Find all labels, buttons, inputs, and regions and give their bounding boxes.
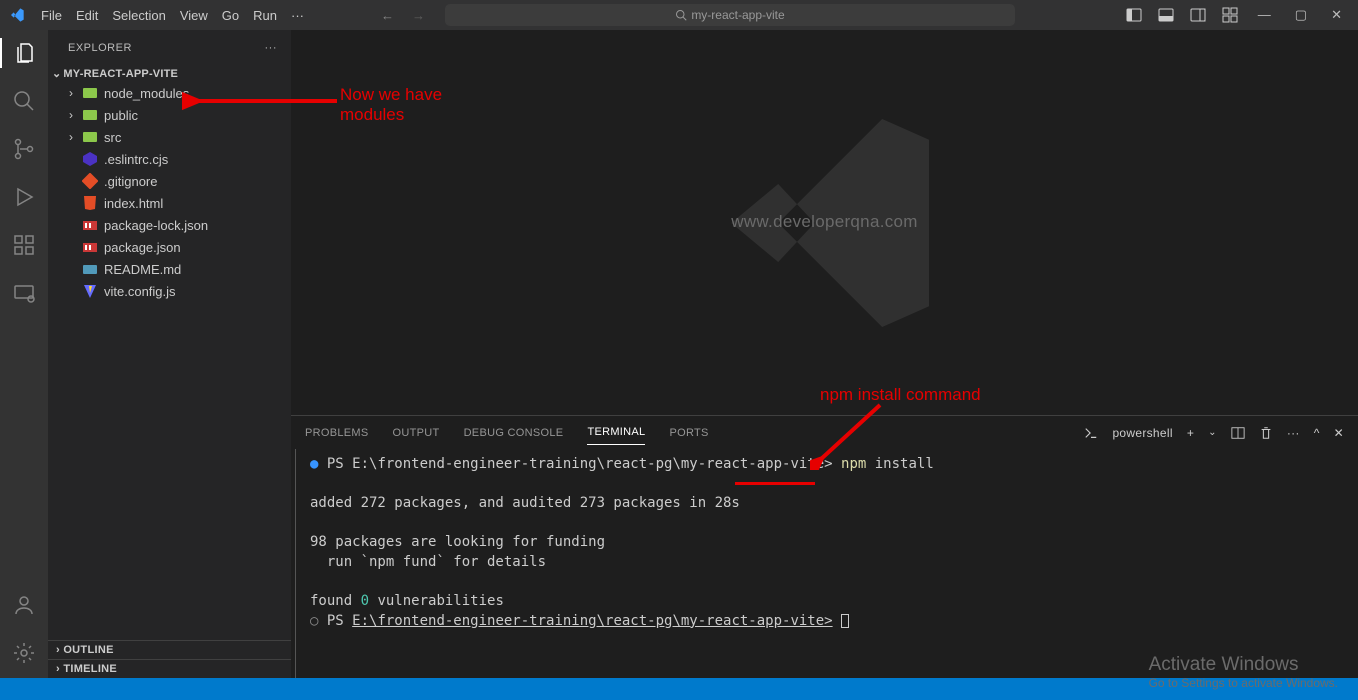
layout-panel-bottom-icon[interactable] <box>1158 7 1174 23</box>
terminal-shell-icon[interactable] <box>1084 426 1098 440</box>
folder-icon <box>82 129 100 145</box>
nav-back-icon[interactable]: ← <box>381 8 394 23</box>
bottom-panel: PROBLEMS OUTPUT DEBUG CONSOLE TERMINAL P… <box>291 415 1358 678</box>
activity-source-control-icon[interactable] <box>0 134 48 164</box>
panel-tab-ports[interactable]: PORTS <box>669 421 708 445</box>
activity-explorer-icon[interactable] <box>0 38 48 68</box>
file-tree: › node_modules › public › src .eslintrc.… <box>48 82 291 302</box>
terminal-shell-label[interactable]: powershell <box>1112 426 1172 440</box>
explorer-more-icon[interactable]: ··· <box>265 42 278 54</box>
menu-selection[interactable]: Selection <box>105 8 172 23</box>
window-maximize-icon[interactable]: ▢ <box>1295 7 1307 23</box>
explorer-title: EXPLORER <box>68 42 132 54</box>
layout-sidebar-right-icon[interactable] <box>1190 7 1206 23</box>
tree-file-readme[interactable]: README.md <box>48 258 291 280</box>
vite-icon <box>82 283 100 299</box>
activate-windows-watermark: Activate Windows Go to Settings to activ… <box>1149 654 1338 690</box>
vscode-logo-icon <box>0 7 34 23</box>
terminal-split-icon[interactable] <box>1231 426 1245 440</box>
panel-more-icon[interactable]: ··· <box>1287 426 1300 440</box>
menu-more-icon[interactable]: ··· <box>284 8 311 23</box>
command-center-search[interactable]: my-react-app-vite <box>445 4 1015 26</box>
npm-icon <box>82 240 100 254</box>
layout-sidebar-left-icon[interactable] <box>1126 7 1142 23</box>
panel-tab-debug-console[interactable]: DEBUG CONSOLE <box>464 421 564 445</box>
chevron-right-icon: › <box>64 108 78 122</box>
terminal-kill-icon[interactable] <box>1259 426 1273 440</box>
folder-icon <box>82 107 100 123</box>
tree-file-index-html[interactable]: index.html <box>48 192 291 214</box>
menu-view[interactable]: View <box>173 8 215 23</box>
activity-settings-icon[interactable] <box>0 638 48 668</box>
terminal-content[interactable]: ● PS E:\frontend-engineer-training\react… <box>295 449 1358 678</box>
search-placeholder: my-react-app-vite <box>691 8 784 22</box>
window-minimize-icon[interactable]: — <box>1258 7 1271 23</box>
nav-forward-icon[interactable]: → <box>412 8 425 23</box>
npm-icon <box>82 218 100 232</box>
markdown-icon <box>82 262 100 276</box>
chevron-right-icon: › <box>64 130 78 144</box>
html-icon <box>82 195 100 211</box>
git-icon <box>82 173 100 189</box>
activity-bar <box>0 30 48 678</box>
project-name: MY-REACT-APP-VITE <box>63 68 178 80</box>
activity-search-icon[interactable] <box>0 86 48 116</box>
timeline-section[interactable]: › TIMELINE <box>48 659 291 678</box>
terminal-cursor <box>841 614 849 628</box>
annotation-underline <box>735 482 815 485</box>
menu-edit[interactable]: Edit <box>69 8 105 23</box>
tree-folder-node-modules[interactable]: › node_modules <box>48 82 291 104</box>
tree-file-package-json[interactable]: package.json <box>48 236 291 258</box>
chevron-right-icon: › <box>56 663 63 675</box>
tree-folder-src[interactable]: › src <box>48 126 291 148</box>
terminal-new-icon[interactable]: + <box>1187 426 1194 440</box>
folder-node-icon <box>82 85 100 101</box>
menu-file[interactable]: File <box>34 8 69 23</box>
tree-folder-public[interactable]: › public <box>48 104 291 126</box>
activity-run-debug-icon[interactable] <box>0 182 48 212</box>
tree-file-eslintrc[interactable]: .eslintrc.cjs <box>48 148 291 170</box>
explorer-sidebar: EXPLORER ··· ⌄ MY-REACT-APP-VITE › node_… <box>48 30 291 678</box>
watermark-url: www.developerqna.com <box>291 212 1358 232</box>
chevron-down-icon: ⌄ <box>52 67 61 80</box>
layout-customize-icon[interactable] <box>1222 7 1238 23</box>
chevron-down-icon[interactable]: ⌄ <box>1208 427 1217 438</box>
tree-file-vite-config[interactable]: vite.config.js <box>48 280 291 302</box>
chevron-right-icon: › <box>56 644 63 656</box>
window-close-icon[interactable]: ✕ <box>1331 7 1342 23</box>
panel-maximize-icon[interactable]: ^ <box>1314 426 1320 440</box>
activity-remote-icon[interactable] <box>0 278 48 308</box>
menu-run[interactable]: Run <box>246 8 284 23</box>
chevron-right-icon: › <box>64 86 78 100</box>
titlebar: File Edit Selection View Go Run ··· ← → … <box>0 0 1358 30</box>
tree-file-gitignore[interactable]: .gitignore <box>48 170 291 192</box>
outline-section[interactable]: › OUTLINE <box>48 640 291 659</box>
tree-file-package-lock[interactable]: package-lock.json <box>48 214 291 236</box>
activity-account-icon[interactable] <box>0 590 48 620</box>
activity-extensions-icon[interactable] <box>0 230 48 260</box>
eslint-icon <box>82 151 100 167</box>
panel-tab-output[interactable]: OUTPUT <box>393 421 440 445</box>
project-root[interactable]: ⌄ MY-REACT-APP-VITE <box>48 65 291 82</box>
panel-close-icon[interactable]: ✕ <box>1334 426 1344 440</box>
menu-go[interactable]: Go <box>215 8 246 23</box>
panel-tab-terminal[interactable]: TERMINAL <box>587 420 645 445</box>
panel-tab-problems[interactable]: PROBLEMS <box>305 421 369 445</box>
